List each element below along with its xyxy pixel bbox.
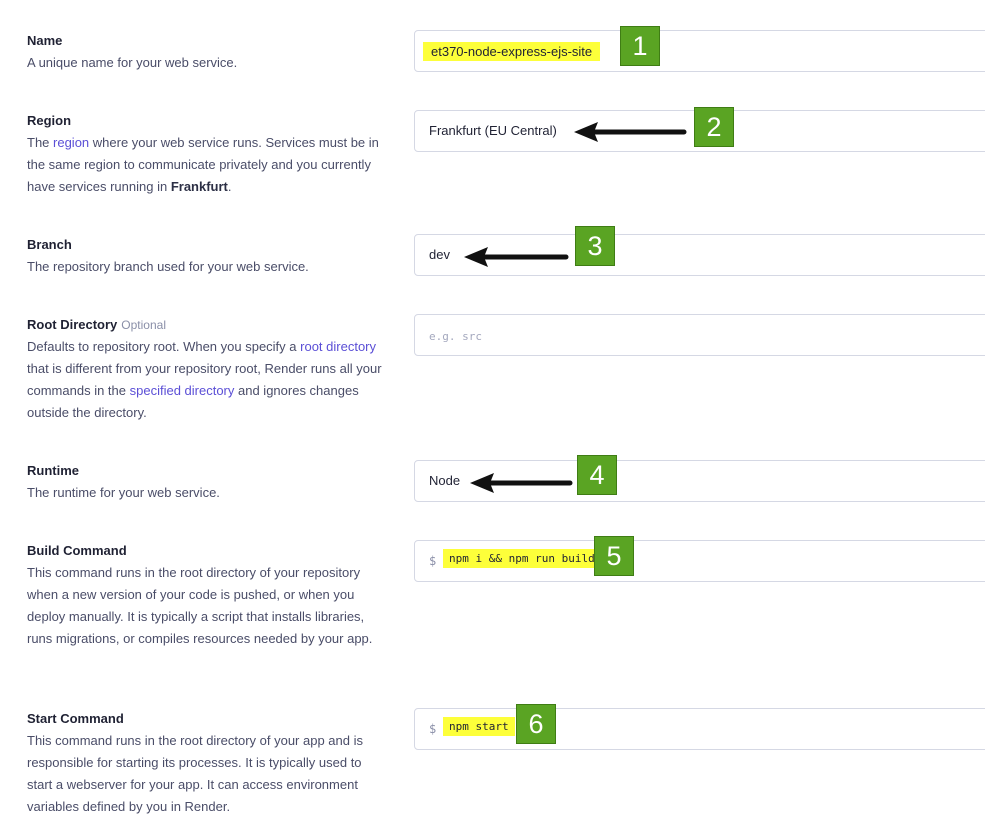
- start-command-section: Start Command This command runs in the r…: [27, 708, 387, 818]
- build-command-section: Build Command This command runs in the r…: [27, 540, 387, 650]
- region-section: Region The region where your web service…: [27, 110, 387, 198]
- callout-badge-2: 2: [694, 107, 734, 147]
- region-current: Frankfurt: [170, 179, 228, 194]
- name-title: Name: [27, 33, 63, 48]
- build-command-description: This command runs in the root directory …: [27, 565, 373, 646]
- region-description: The region where your web service runs. …: [27, 135, 379, 194]
- callout-badge-6: 6: [516, 704, 556, 744]
- branch-description: The repository branch used for your web …: [27, 259, 309, 274]
- root-directory-section: Root Directory Optional Defaults to repos…: [27, 314, 387, 424]
- root-directory-input[interactable]: e.g. src: [414, 314, 985, 356]
- callout-badge-5: 5: [594, 536, 634, 576]
- arrow-left-icon: [574, 122, 687, 142]
- runtime-value: Node: [429, 473, 461, 488]
- build-command-value: npm i && npm run build: [443, 549, 601, 568]
- start-command-description: This command runs in the root directory …: [27, 733, 363, 814]
- name-section: Name A unique name for your web service.: [27, 30, 387, 74]
- branch-section: Branch The repository branch used for yo…: [27, 234, 387, 278]
- root-directory-placeholder: e.g. src: [429, 330, 482, 343]
- start-command-value: npm start: [443, 717, 515, 736]
- runtime-description: The runtime for your web service.: [27, 485, 220, 500]
- name-input[interactable]: et370-node-express-ejs-site: [414, 30, 985, 72]
- root-directory-link[interactable]: root directory: [300, 339, 376, 354]
- root-directory-title: Root Directory: [27, 317, 118, 332]
- root-directory-description: Defaults to repository root. When you sp…: [27, 339, 382, 420]
- specified-directory-link[interactable]: specified directory: [130, 383, 235, 398]
- region-title: Region: [27, 113, 72, 128]
- branch-value: dev: [429, 247, 450, 262]
- optional-tag: Optional: [121, 318, 166, 332]
- name-description: A unique name for your web service.: [27, 55, 238, 70]
- build-command-title: Build Command: [27, 543, 127, 558]
- callout-badge-1: 1: [620, 26, 660, 66]
- arrow-left-icon: [470, 473, 573, 493]
- dollar-prompt-icon: $: [429, 722, 437, 736]
- dollar-prompt-icon: $: [429, 554, 437, 568]
- name-value: et370-node-express-ejs-site: [423, 42, 601, 61]
- callout-badge-3: 3: [575, 226, 615, 266]
- callout-badge-4: 4: [577, 455, 617, 495]
- arrow-left-icon: [464, 247, 569, 267]
- region-value: Frankfurt (EU Central): [429, 123, 557, 138]
- branch-title: Branch: [27, 237, 72, 252]
- runtime-title: Runtime: [27, 463, 79, 478]
- build-command-input[interactable]: $ npm i && npm run build: [414, 540, 985, 582]
- region-link[interactable]: region: [53, 135, 89, 150]
- runtime-section: Runtime The runtime for your web service…: [27, 460, 387, 504]
- start-command-input[interactable]: $ npm start: [414, 708, 985, 750]
- start-command-title: Start Command: [27, 711, 124, 726]
